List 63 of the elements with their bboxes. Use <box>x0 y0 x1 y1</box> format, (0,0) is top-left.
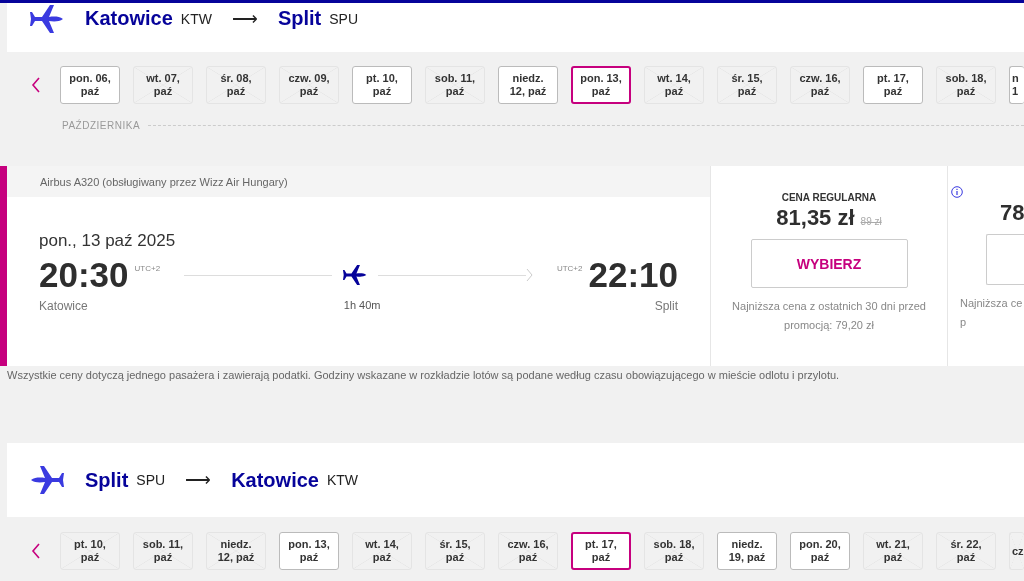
fare-title: CENA REGULARNA <box>781 192 877 203</box>
arrival-time: 22:10 <box>588 255 678 295</box>
airplane-icon <box>342 263 368 287</box>
date-chip[interactable]: sob. 18, paź <box>936 66 996 104</box>
timezone-label: UTC+2 <box>134 264 161 273</box>
date-chip[interactable]: niedz. 19, paź <box>717 532 777 570</box>
date-chip[interactable]: pon. 06, paź <box>60 66 120 104</box>
date-chip[interactable]: niedz. 12, paź <box>498 66 558 104</box>
date-chip[interactable]: śr. 08, paź <box>206 66 266 104</box>
flight-duration: 1h 40m <box>343 299 381 311</box>
timezone-label: UTC+2 <box>556 264 583 273</box>
date-chip[interactable]: czw. 16, paź <box>498 532 558 570</box>
origin-code: SPU <box>136 472 166 488</box>
departure-city: Katowice <box>39 299 88 313</box>
date-chip[interactable]: sob. 18, paź <box>644 532 704 570</box>
month-label: PAŹDZIERNIKA <box>62 120 141 131</box>
airplane-icon <box>29 463 65 497</box>
destination-city: Split <box>277 7 322 30</box>
disclaimer-text: Wszystkie ceny dotyczą jednego pasażera i zawierają podatki. Godziny wskazane w rozkładzie lotów są podane według czasu obowiązującego w mieście odlotu i przylotu. <box>7 369 841 381</box>
select-button[interactable]: WYBIERZ <box>750 239 908 288</box>
date-chip[interactable]: wt. 07, paź <box>133 66 193 104</box>
date-chip[interactable]: pon. 13, paź <box>571 66 631 104</box>
date-chip[interactable]: czw. 16, paź <box>790 66 850 104</box>
date-chip[interactable]: wt. 14, paź <box>644 66 704 104</box>
date-chip[interactable]: sob. 11, paź <box>133 532 193 570</box>
info-icon <box>951 186 963 198</box>
airplane-icon <box>29 3 65 36</box>
date-chip[interactable]: czw. 09, paź <box>279 66 339 104</box>
date-chip[interactable]: pt. 10, paź <box>60 532 120 570</box>
origin-city: Split <box>85 468 129 492</box>
date-chip[interactable]: śr. 15, paź <box>425 532 485 570</box>
origin-code: KTW <box>180 10 212 27</box>
date-chip[interactable]: cz <box>1009 532 1024 570</box>
route-arrow: ⟶ <box>231 7 258 30</box>
date-chip[interactable]: śr. 15, paź <box>717 66 777 104</box>
route-arrow: ⟶ <box>185 469 212 491</box>
date-chip[interactable]: wt. 14, paź <box>352 532 412 570</box>
destination-code: KTW <box>326 472 359 488</box>
aircraft-text: Airbus A320 (obsługiwany przez Wizz Air Hungary) <box>40 175 288 188</box>
date-chip[interactable]: pt. 17, paź <box>571 532 631 570</box>
fare-price: 78 <box>1000 200 1024 226</box>
departure-time: 20:30 <box>39 255 129 295</box>
destination-code: SPU <box>329 10 359 27</box>
origin-city: Katowice <box>85 7 173 30</box>
lowest-price-note: Najniższa cena z ostatnich 30 dni przed promocją: 79,20 zł <box>731 299 927 333</box>
arrival-city: Split <box>654 299 678 313</box>
chevron-left-icon[interactable] <box>31 543 41 559</box>
date-chip[interactable]: pon. 13, paź <box>279 532 339 570</box>
lowest-price-note: Najniższa ce p <box>960 296 1024 330</box>
chevron-left-icon[interactable] <box>31 77 41 93</box>
flight-date: pon., 13 paź 2025 <box>39 231 177 251</box>
date-chip[interactable]: niedz. 12, paź <box>206 532 266 570</box>
date-chip[interactable]: pt. 17, paź <box>863 66 923 104</box>
date-chip[interactable]: pon. 20, paź <box>790 532 850 570</box>
date-chip[interactable]: śr. 22, paź <box>936 532 996 570</box>
date-chip[interactable]: sob. 11, paź <box>425 66 485 104</box>
fare-price: 81,35 zł <box>776 205 855 231</box>
old-price: 89 zł <box>860 216 882 227</box>
date-chip[interactable]: n 1 <box>1009 66 1024 104</box>
arrowhead-icon <box>525 268 533 282</box>
date-chip[interactable]: pt. 10, paź <box>352 66 412 104</box>
destination-city: Katowice <box>231 468 319 492</box>
date-chip[interactable]: wt. 21, paź <box>863 532 923 570</box>
